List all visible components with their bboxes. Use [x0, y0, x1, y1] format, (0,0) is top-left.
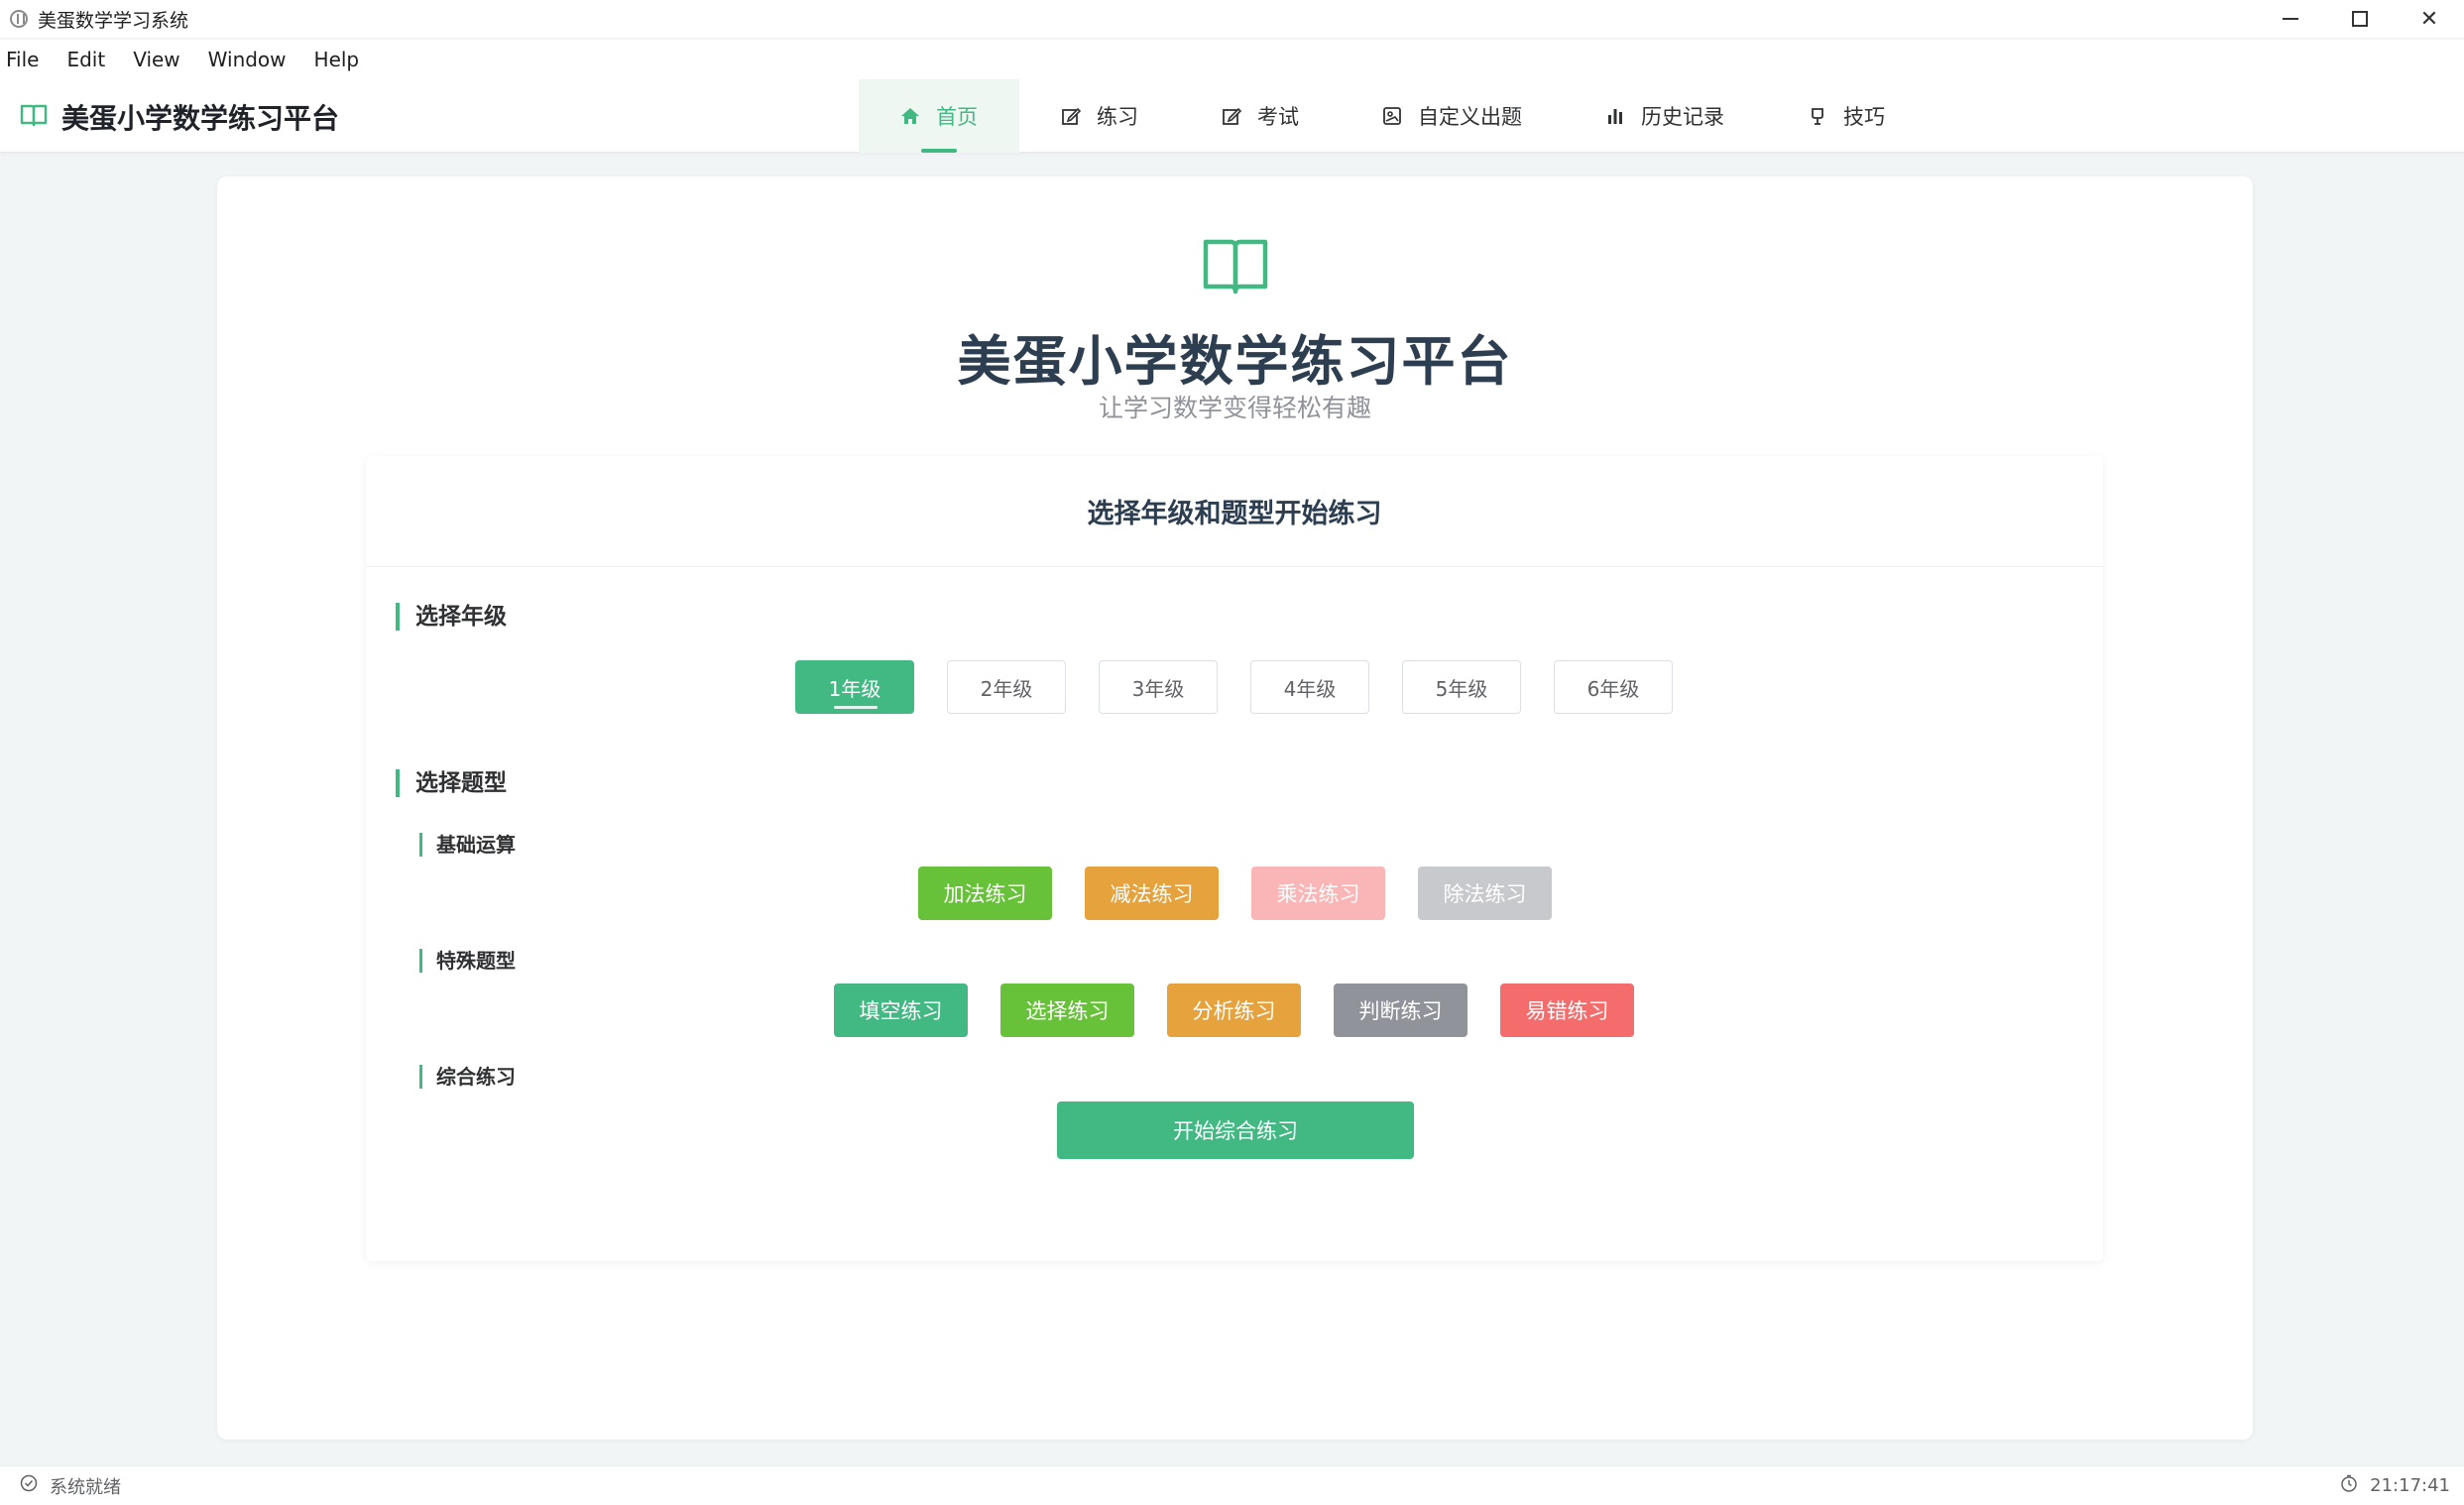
- tab-label: 自定义出题: [1418, 105, 1522, 129]
- app-icon: [10, 10, 28, 28]
- menu-help[interactable]: Help: [314, 48, 360, 71]
- special-types-label: 特殊题型: [419, 949, 516, 973]
- tab-label: 考试: [1257, 105, 1299, 129]
- close-button[interactable]: ✕: [2395, 0, 2464, 38]
- subtraction-practice-button[interactable]: 减法练习: [1085, 867, 1219, 920]
- practice-panel: 选择年级和题型开始练习 选择年级 1年级 2年级 3年级 4年级 5年级 6年级…: [366, 456, 2103, 1261]
- hero-title: 美蛋小学数学练习平台: [957, 330, 1513, 393]
- tab-label: 首页: [936, 105, 978, 129]
- window-title: 美蛋数学学习系统: [38, 9, 189, 32]
- special-type-row: 填空练习 选择练习 分析练习 判断练习 易错练习: [834, 984, 1667, 1037]
- grade-section-label: 选择年级: [396, 603, 507, 631]
- grade-button-4[interactable]: 4年级: [1250, 660, 1369, 714]
- status-time: 21:17:41: [2370, 1475, 2450, 1496]
- brand[interactable]: 美蛋小学数学练习平台: [20, 97, 339, 137]
- basic-type-row: 加法练习 减法练习 乘法练习 除法练习: [918, 867, 1584, 920]
- grade-button-3[interactable]: 3年级: [1099, 660, 1218, 714]
- close-icon: ✕: [2419, 6, 2439, 32]
- tab-label: 技巧: [1843, 105, 1885, 129]
- fill-blank-practice-button[interactable]: 填空练习: [834, 984, 968, 1037]
- tab-label: 历史记录: [1641, 105, 1724, 129]
- nav-tabs: 首页 练习 考试 自定义出题 历史记录 技巧: [859, 79, 1927, 153]
- picture-icon: [1382, 106, 1402, 126]
- edit-icon: [1222, 106, 1241, 126]
- menu-edit[interactable]: Edit: [66, 48, 105, 71]
- status-text: 系统就绪: [50, 1476, 121, 1498]
- maximize-button[interactable]: [2325, 0, 2395, 38]
- addition-practice-button[interactable]: 加法练习: [918, 867, 1052, 920]
- grade-button-1[interactable]: 1年级: [795, 660, 914, 714]
- panel-title: 选择年级和题型开始练习: [366, 456, 2103, 567]
- timer-icon: [2340, 1474, 2358, 1497]
- app-header: 美蛋小学数学练习平台 首页 练习 考试 自定义出题 历史记录 技巧: [0, 79, 2464, 153]
- window-controls: ✕: [2256, 0, 2464, 38]
- menu-bar: File Edit View Window Help: [0, 40, 2464, 79]
- combo-label: 综合练习: [419, 1065, 516, 1089]
- grade-selector: 1年级 2年级 3年级 4年级 5年级 6年级: [795, 660, 1705, 714]
- tab-custom[interactable]: 自定义出题: [1341, 79, 1564, 153]
- minimize-icon: [2283, 18, 2298, 20]
- grade-button-5[interactable]: 5年级: [1402, 660, 1521, 714]
- brand-title: 美蛋小学数学练习平台: [61, 102, 340, 135]
- tab-label: 练习: [1097, 105, 1138, 129]
- book-icon: [20, 103, 48, 131]
- start-combo-practice-button[interactable]: 开始综合练习: [1057, 1101, 1414, 1159]
- basic-ops-label: 基础运算: [419, 833, 516, 857]
- lightbulb-icon: [1808, 106, 1827, 126]
- division-practice-button[interactable]: 除法练习: [1418, 867, 1552, 920]
- edit-icon: [1061, 106, 1081, 126]
- tab-history[interactable]: 历史记录: [1564, 79, 1766, 153]
- error-prone-practice-button[interactable]: 易错练习: [1500, 984, 1634, 1037]
- tab-tips[interactable]: 技巧: [1766, 79, 1927, 153]
- grade-button-6[interactable]: 6年级: [1554, 660, 1673, 714]
- status-bar: 系统就绪 21:17:41: [0, 1465, 2464, 1505]
- status-right: 21:17:41: [2340, 1474, 2450, 1497]
- menu-view[interactable]: View: [133, 48, 179, 71]
- grade-button-2[interactable]: 2年级: [947, 660, 1066, 714]
- judgment-practice-button[interactable]: 判断练习: [1334, 984, 1467, 1037]
- minimize-button[interactable]: [2256, 0, 2325, 38]
- window-titlebar: 美蛋数学学习系统 ✕: [0, 0, 2464, 38]
- main-card: 美蛋小学数学练习平台 让学习数学变得轻松有趣 选择年级和题型开始练习 选择年级 …: [217, 176, 2253, 1440]
- book-icon: [1203, 236, 1268, 299]
- home-icon: [900, 106, 920, 126]
- tab-practice[interactable]: 练习: [1019, 79, 1180, 153]
- tab-home[interactable]: 首页: [859, 79, 1019, 153]
- check-circle-icon: [20, 1474, 38, 1497]
- tab-exam[interactable]: 考试: [1180, 79, 1341, 153]
- type-section-label: 选择题型: [396, 769, 507, 797]
- maximize-icon: [2352, 11, 2368, 27]
- analysis-practice-button[interactable]: 分析练习: [1167, 984, 1301, 1037]
- bar-chart-icon: [1605, 106, 1625, 126]
- menu-file[interactable]: File: [6, 48, 39, 71]
- hero-subtitle: 让学习数学变得轻松有趣: [1098, 394, 1371, 422]
- multiplication-practice-button[interactable]: 乘法练习: [1251, 867, 1385, 920]
- status-left: 系统就绪: [20, 1473, 121, 1499]
- menu-window[interactable]: Window: [208, 48, 287, 71]
- choice-practice-button[interactable]: 选择练习: [1000, 984, 1134, 1037]
